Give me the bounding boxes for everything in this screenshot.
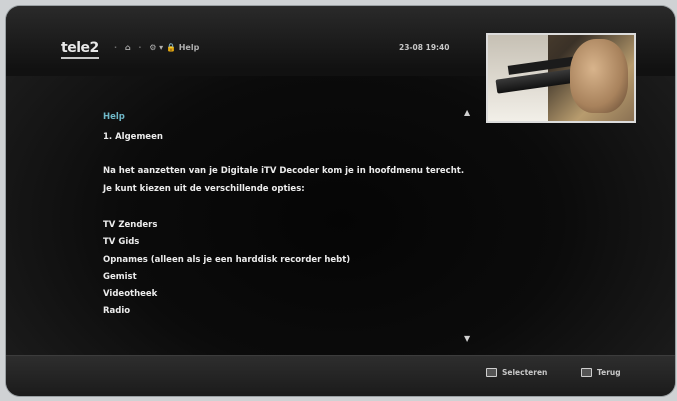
back-button[interactable]: Terug [581,368,621,377]
breadcrumb: · ⌂ · ⚙ ▾ 🔒 Help [114,43,200,52]
video-preview[interactable] [486,33,636,123]
breadcrumb-help[interactable]: ⚙ ▾ 🔒 Help [149,43,199,52]
logo: tele2 [61,40,99,59]
list-item: Videotheek [103,289,158,300]
datetime: 23-08 19:40 [399,43,450,52]
select-label: Selecteren [502,368,548,377]
list-item: Radio [103,306,131,317]
select-button[interactable]: Selecteren [486,368,547,377]
help-content: Help 1. Algemeen Na het aanzetten van je… [103,109,473,321]
back-key-icon [581,368,592,377]
back-label: Terug [597,368,621,377]
list-item: Gemist [103,271,137,282]
list-item: TV Gids [103,237,140,248]
section-title: Help [103,112,125,122]
breadcrumb-home[interactable]: ⌂ [125,43,131,52]
list-item: Opnames (alleen als je een harddisk reco… [103,254,351,265]
scroll-down-icon[interactable]: ▼ [464,334,470,343]
help-heading: 1. Algemeen [103,132,163,142]
tv-screen: tele2 · ⌂ · ⚙ ▾ 🔒 Help 23-08 19:40 ▲ Hel… [6,6,675,396]
preview-person [570,39,628,113]
list-item: TV Zenders [103,220,158,230]
bottom-bar: Selecteren Terug [6,355,675,396]
help-intro: Na het aanzetten van je Digitale iTV Dec… [103,166,465,194]
ok-key-icon [486,368,497,377]
